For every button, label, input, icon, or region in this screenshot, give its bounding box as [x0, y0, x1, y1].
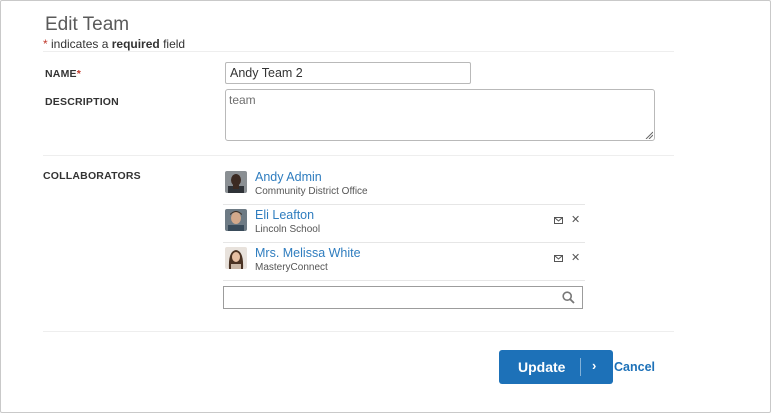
divider [43, 51, 674, 52]
name-label: NAME* [45, 68, 81, 80]
name-label-text: NAME [45, 68, 77, 80]
required-note-suffix: field [159, 37, 186, 51]
envelope-icon[interactable] [554, 255, 563, 262]
collaborator-org: MasteryConnect [255, 262, 328, 273]
name-required-star: * [76, 68, 82, 80]
cancel-link[interactable]: Cancel [614, 360, 655, 374]
divider [43, 155, 674, 156]
avatar [225, 209, 247, 231]
page-title: Edit Team [45, 14, 130, 35]
required-field-note: * indicates a required field [43, 37, 185, 51]
collaborator-row: Mrs. Melissa White MasteryConnect ✕ [223, 243, 585, 281]
close-icon[interactable]: ✕ [571, 253, 580, 264]
required-note-prefix: indicates a [47, 37, 112, 51]
collaborator-org: Community District Office [255, 186, 368, 197]
update-button[interactable]: Update › [499, 350, 613, 384]
resize-grip-icon[interactable] [645, 131, 653, 139]
avatar [225, 171, 247, 193]
collaborator-org: Lincoln School [255, 224, 321, 235]
team-name-input[interactable] [225, 62, 471, 84]
collaborator-name[interactable]: Mrs. Melissa White [255, 246, 361, 260]
collaborator-name[interactable]: Eli Leafton [255, 208, 314, 222]
search-icon[interactable] [562, 291, 575, 304]
close-icon[interactable]: ✕ [571, 215, 580, 226]
collaborators-label: COLLABORATORS [43, 170, 141, 182]
collaborator-row: Eli Leafton Lincoln School ✕ [223, 205, 585, 243]
envelope-icon[interactable] [554, 217, 563, 224]
description-textarea[interactable]: team [225, 89, 655, 141]
divider [43, 331, 674, 332]
chevron-right-icon: › [592, 358, 597, 373]
button-divider [580, 358, 581, 376]
collaborator-name[interactable]: Andy Admin [255, 170, 322, 184]
avatar [225, 247, 247, 269]
collaborator-search-box [223, 286, 583, 309]
required-note-bold: required [111, 37, 160, 51]
collaborator-search-input[interactable] [228, 288, 552, 309]
row-divider [223, 280, 585, 281]
description-label: DESCRIPTION [45, 96, 119, 108]
update-button-label: Update [518, 359, 566, 375]
collaborator-row: Andy Admin Community District Office [223, 167, 585, 205]
